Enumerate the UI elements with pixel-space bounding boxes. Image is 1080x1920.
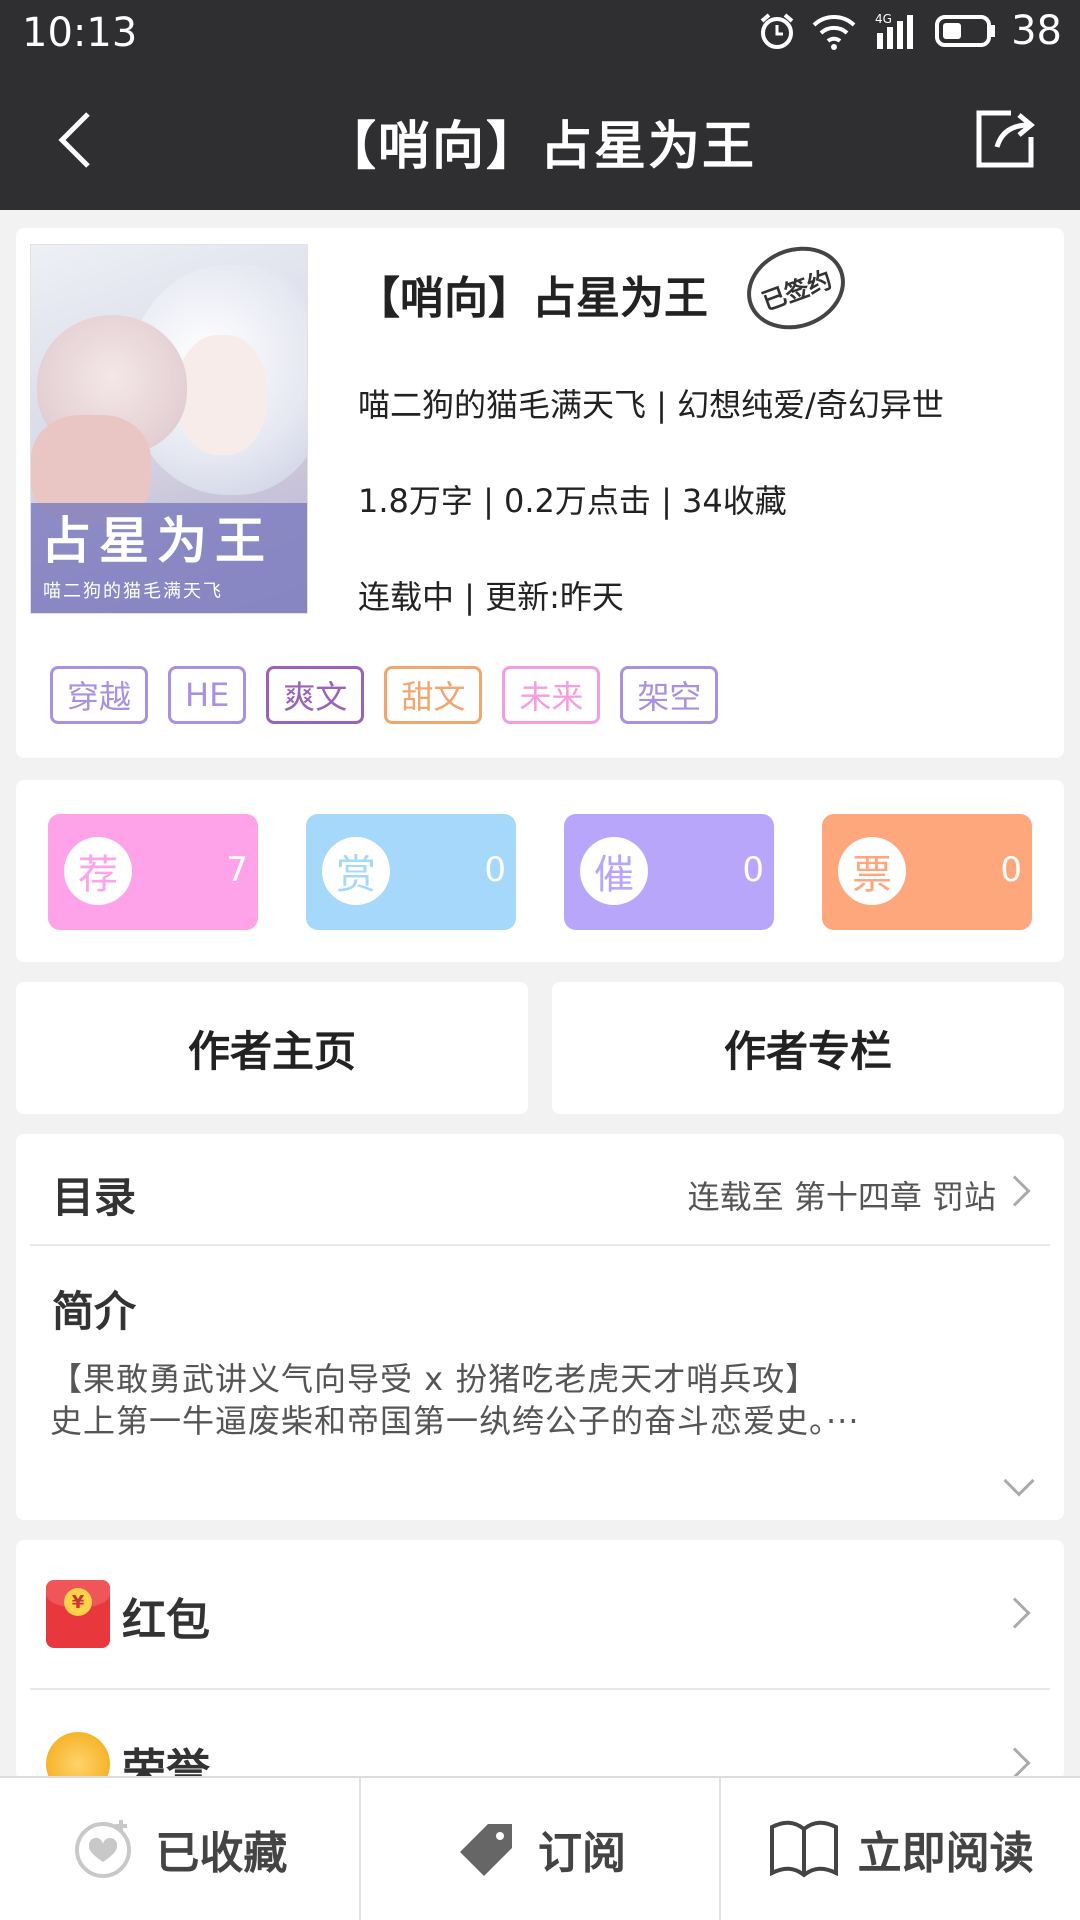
- collected-label: 已收藏: [155, 1828, 288, 1879]
- tag[interactable]: 架空: [620, 666, 719, 724]
- medal-icon: [46, 1732, 110, 1780]
- red-packet-label: 红包: [122, 1595, 210, 1646]
- share-icon: [976, 110, 1035, 168]
- honor-row[interactable]: 荣誉: [30, 1690, 1050, 1780]
- honor-label: 荣誉: [122, 1745, 210, 1780]
- cover-author: 喵二狗的猫毛满天飞: [43, 581, 223, 602]
- toc-intro-card: 目录 连载至 第十四章 罚站 简介 【果敢勇武讲义气向导受 x 扮猪吃老虎天才哨…: [16, 1134, 1064, 1520]
- urge-count: 0: [742, 850, 764, 890]
- book-title: 【哨向】占星为王: [356, 273, 708, 324]
- status-bar: 10:13 4G 38: [0, 0, 1080, 64]
- network-type: 4G: [875, 12, 892, 26]
- expand-chevron-icon[interactable]: [1003, 1465, 1035, 1497]
- toc-row[interactable]: 目录 连载至 第十四章 罚站: [30, 1134, 1050, 1246]
- book-stats: 1.8万字 | 0.2万点击 | 34收藏: [358, 482, 787, 520]
- heart-collected-icon: [75, 1820, 132, 1878]
- read-now-label: 立即阅读: [857, 1828, 1034, 1879]
- tag[interactable]: 爽文: [266, 666, 365, 724]
- signed-stamp: 已签约: [735, 233, 857, 343]
- page-title: 【哨向】占星为王: [323, 117, 756, 177]
- nav-bar: 【哨向】占星为王: [0, 64, 1080, 210]
- alarm-icon: [757, 11, 797, 51]
- recommend-count: 7: [226, 850, 248, 890]
- signal-icon: 4G: [871, 11, 921, 51]
- intro-text[interactable]: 【果敢勇武讲义气向导受 x 扮猪吃老虎天才哨兵攻】 史上第一牛逼废柴和帝国第一纨…: [50, 1358, 1030, 1442]
- tag[interactable]: 未来: [502, 666, 601, 724]
- intro-line-1: 【果敢勇武讲义气向导受 x 扮猪吃老虎天才哨兵攻】: [50, 1360, 819, 1398]
- cover-title: 占星为王: [41, 512, 273, 570]
- vote-count: 0: [1000, 850, 1022, 890]
- urge-button[interactable]: 催 0: [564, 814, 774, 930]
- recommend-button[interactable]: 荐 7: [48, 814, 258, 930]
- book-cover[interactable]: 占星为王 喵二狗的猫毛满天飞: [30, 244, 308, 614]
- tag-icon: [460, 1824, 512, 1876]
- collected-button[interactable]: 已收藏: [0, 1778, 361, 1920]
- battery-icon: [935, 13, 997, 49]
- chevron-right-icon: [999, 1747, 1031, 1779]
- red-packet-icon: ¥: [46, 1580, 110, 1648]
- cover-character-face: [177, 335, 267, 455]
- share-button[interactable]: [964, 100, 1044, 180]
- bottom-action-bar: 已收藏 订阅 立即阅读: [0, 1776, 1080, 1920]
- vote-icon: 票: [838, 837, 906, 905]
- tag-list: 穿越 HE 爽文 甜文 未来 架空: [50, 666, 719, 724]
- battery-level: 38: [1011, 8, 1062, 54]
- signed-stamp-text: 已签约: [758, 264, 836, 316]
- chevron-right-icon: [999, 1597, 1031, 1629]
- tag[interactable]: 穿越: [50, 666, 149, 724]
- status-icons: 4G 38: [757, 8, 1062, 54]
- tag[interactable]: HE: [168, 666, 247, 724]
- open-book-icon: [769, 1820, 838, 1878]
- wifi-icon: [811, 11, 857, 51]
- author-home-button[interactable]: 作者主页: [16, 982, 528, 1114]
- reward-icon: 赏: [322, 837, 390, 905]
- vote-button[interactable]: 票 0: [822, 814, 1032, 930]
- book-info-card: 占星为王 喵二狗的猫毛满天飞 【哨向】占星为王 已签约 喵二狗的猫毛满天飞 | …: [16, 228, 1064, 758]
- reward-count: 0: [484, 850, 506, 890]
- toc-label: 目录: [52, 1173, 137, 1222]
- chevron-right-icon: [999, 1175, 1031, 1207]
- toc-latest-chapter: 连载至 第十四章 罚站: [687, 1178, 996, 1216]
- book-meta[interactable]: 喵二狗的猫毛满天飞 | 幻想纯爱/奇幻异世: [358, 380, 944, 426]
- book-status: 连载中 | 更新:昨天: [358, 578, 624, 616]
- subscribe-button[interactable]: 订阅: [361, 1778, 722, 1920]
- read-now-button[interactable]: 立即阅读: [721, 1778, 1080, 1920]
- urge-icon: 催: [580, 837, 648, 905]
- misc-list-card: ¥ 红包 荣誉: [16, 1540, 1064, 1780]
- intro-line-2: 史上第一牛逼废柴和帝国第一纨绔公子的奋斗恋爱史。···: [50, 1402, 860, 1440]
- red-packet-row[interactable]: ¥ 红包: [30, 1540, 1050, 1690]
- tag[interactable]: 甜文: [384, 666, 483, 724]
- status-time: 10:13: [22, 10, 138, 56]
- reward-button[interactable]: 赏 0: [306, 814, 516, 930]
- author-column-button[interactable]: 作者专栏: [552, 982, 1064, 1114]
- stats-card: 荐 7 赏 0 催 0 票 0: [16, 780, 1064, 962]
- intro-label: 简介: [52, 1287, 137, 1336]
- recommend-icon: 荐: [64, 837, 132, 905]
- subscribe-label: 订阅: [538, 1828, 626, 1879]
